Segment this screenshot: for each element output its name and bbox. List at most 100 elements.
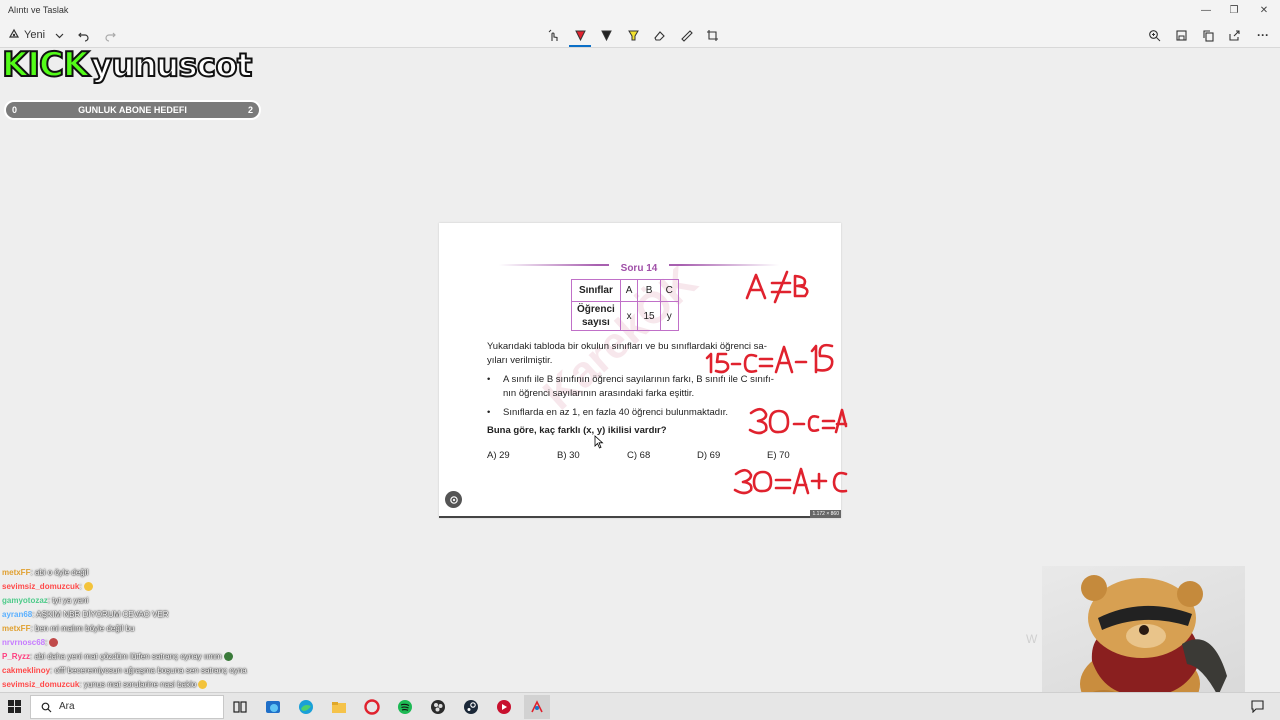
activate-windows-watermark: W <box>1026 632 1038 646</box>
chat-emote-icon <box>198 680 208 690</box>
chat-emote-icon <box>49 638 59 648</box>
subscriber-goal-bar: 0 GUNLUK ABONE HEDEFI 2 <box>4 100 261 120</box>
bullet-dot: • <box>487 374 491 385</box>
touch-writing-icon[interactable] <box>544 26 562 44</box>
windows-start-icon[interactable] <box>8 700 21 718</box>
more-options-button[interactable]: ··· <box>1254 26 1272 44</box>
chat-username[interactable]: nrvrnosc68 <box>2 638 45 647</box>
redo-icon[interactable] <box>101 26 119 44</box>
eraser-icon[interactable] <box>650 26 668 44</box>
notification-icon[interactable] <box>1251 700 1264 713</box>
chevron-down-icon[interactable] <box>50 26 68 44</box>
chat-message: sevimsiz_domuzcuk: <box>2 580 312 594</box>
table-row-label: Öğrenci sayısı <box>571 301 621 331</box>
close-button[interactable]: ✕ <box>1250 3 1278 19</box>
class-table: Sınıflar A B C Öğrenci sayısı x 15 y <box>571 279 679 331</box>
steam-icon[interactable] <box>463 699 479 715</box>
channel-name: yunuscot <box>90 45 253 85</box>
bullet-2: • Sınıflarda en az 1, en fazla 40 öğrenc… <box>487 406 807 420</box>
obs-icon[interactable] <box>430 699 446 715</box>
table-header: B <box>637 279 661 302</box>
copy-icon[interactable] <box>1199 26 1217 44</box>
goal-label: GUNLUK ABONE HEDEFI <box>78 105 187 115</box>
goal-target: 2 <box>247 105 253 115</box>
intro-text: Yukarıdaki tabloda bir okulun sınıfları … <box>487 340 767 368</box>
intro-line: Yukarıdaki tabloda bir okulun sınıfları … <box>487 341 767 352</box>
chat-text: : ben mi malım böyle değil bu <box>30 624 135 633</box>
chat-text: : <box>45 638 48 647</box>
bullet-1: • A sınıfı ile B sınıfının öğrenci sayıl… <box>487 373 807 401</box>
chat-text: : <box>79 582 82 591</box>
table-cell: 15 <box>637 301 661 331</box>
opera-icon[interactable] <box>364 699 380 715</box>
question-text: Buna göre, kaç farklı (x, y) ikilisi var… <box>487 425 667 436</box>
mouse-cursor-icon <box>594 435 604 449</box>
edge-legacy-icon[interactable] <box>265 699 281 715</box>
chat-text: : AŞKIM NBR DİYORUM CEVAO VER <box>32 610 169 619</box>
chat-username[interactable]: metxFF <box>2 624 30 633</box>
undo-icon[interactable] <box>74 26 92 44</box>
window-title: Alıntı ve Taslak <box>8 5 69 15</box>
chat-text: : abi o öyle değil <box>30 568 89 577</box>
maximize-button[interactable]: ❐ <box>1220 3 1248 19</box>
new-snip-label: Yeni <box>24 29 46 41</box>
save-icon[interactable] <box>1172 26 1190 44</box>
toolbar: Yeni ··· <box>0 22 1280 48</box>
chat-username[interactable]: sevimsiz_domuzcuk <box>2 680 79 689</box>
taskbar-search-box[interactable]: Ara <box>30 695 224 719</box>
chat-message: P_Ryzz: abi daha yeni mat çözdüm lütfen … <box>2 650 312 664</box>
spotify-icon[interactable] <box>397 699 413 715</box>
camera-icon[interactable] <box>445 491 462 508</box>
chat-message: cakmeklinoy: offf beceremiyosun uğraşma … <box>2 664 312 678</box>
new-snip-button[interactable]: Yeni <box>8 26 45 44</box>
selected-tool-indicator <box>569 45 591 47</box>
stream-chat: metxFF: abi o öyle değil sevimsiz_domuzcu… <box>2 566 312 706</box>
chat-username[interactable]: sevimsiz_domuzcuk <box>2 582 79 591</box>
table-header: Sınıflar <box>571 279 621 302</box>
file-explorer-icon[interactable] <box>331 699 347 715</box>
choice-b: B) 30 <box>557 450 580 461</box>
chat-username[interactable]: P_Ryzz <box>2 652 30 661</box>
new-snip-icon <box>8 27 21 43</box>
snip-canvas[interactable]: KarekÖK Soru 14 Sınıflar A B C Öğrenci s… <box>439 223 841 518</box>
chat-username[interactable]: cakmeklinoy <box>2 666 50 675</box>
minimize-button[interactable]: — <box>1192 3 1220 19</box>
chat-text: : offf beceremiyosun uğraşma boşuna sen … <box>50 666 247 675</box>
snip-sketch-icon[interactable] <box>529 699 545 715</box>
bullet-line: nın öğrenci sayılarının arasındaki farka… <box>503 388 695 399</box>
table-cell: x <box>619 301 639 331</box>
share-icon[interactable] <box>1225 26 1243 44</box>
task-view-icon[interactable] <box>232 699 248 715</box>
chat-text: : yunus mat sorularine nasi baklo <box>79 680 197 689</box>
ruler-icon[interactable] <box>677 26 695 44</box>
chat-message: metxFF: abi o öyle değil <box>2 566 312 580</box>
chat-message: metxFF: ben mi malım böyle değil bu <box>2 622 312 636</box>
bullet-dot: • <box>487 407 491 418</box>
highlighter-icon[interactable] <box>624 26 642 44</box>
kick-brand-word: KICK <box>1 44 90 86</box>
table-header: A <box>619 279 639 302</box>
chat-message: gamyotozaz: tyt ya yani <box>2 594 312 608</box>
chat-message: nrvrnosc68: <box>2 636 312 650</box>
ballpoint-pen-icon[interactable] <box>571 26 589 44</box>
search-icon <box>41 702 52 713</box>
bullet-line: A sınıfı ile B sınıfının öğrenci sayılar… <box>503 374 774 385</box>
edge-icon[interactable] <box>298 699 314 715</box>
chat-emote-icon <box>83 582 93 592</box>
row-label-line: sayısı <box>581 317 610 328</box>
image-size-label: 1.172 × 860 <box>810 510 841 518</box>
chat-username[interactable]: metxFF <box>2 568 30 577</box>
chat-text: : abi daha yeni mat çözdüm lütfen satran… <box>30 652 222 661</box>
choice-d: D) 69 <box>697 450 721 461</box>
chat-username[interactable]: ayran68 <box>2 610 32 619</box>
pencil-icon[interactable] <box>597 26 615 44</box>
chat-username[interactable]: gamyotozaz <box>2 596 48 605</box>
question-number: Soru 14 <box>608 263 670 274</box>
zoom-in-icon[interactable] <box>1145 26 1163 44</box>
crop-icon[interactable] <box>703 26 721 44</box>
search-placeholder: Ara <box>59 701 75 712</box>
kick-channel-logo: KICK yunuscot <box>1 44 253 86</box>
choice-e: E) 70 <box>767 450 790 461</box>
media-player-icon[interactable] <box>496 699 512 715</box>
chat-emote-icon <box>223 652 233 662</box>
